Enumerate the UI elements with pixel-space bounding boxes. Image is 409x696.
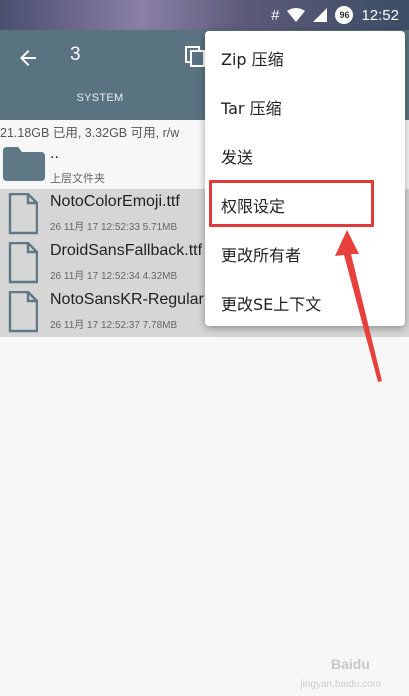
file-icon [8, 291, 38, 333]
file-name: DroidSansFallback.ttf [50, 242, 203, 259]
status-bar-right: # 96 12:52 [271, 4, 399, 26]
file-meta: 26 11月 17 12:52:34 4.32MB [50, 271, 178, 282]
annotation-highlight-box [209, 180, 374, 227]
clock: 12:52 [361, 6, 399, 24]
file-name: NotoSansKR-Regular [50, 291, 204, 308]
battery-icon: 96 [335, 6, 354, 24]
tab-system[interactable]: SYSTEM [60, 92, 140, 104]
status-bar: # 96 12:52 [0, 0, 409, 30]
storage-info: 21.18GB 已用, 3.32GB 可用, r/w [0, 126, 180, 140]
annotation-arrow [335, 230, 382, 382]
parent-folder-name: .. [50, 145, 59, 162]
hash-icon: # [271, 6, 280, 24]
signal-icon [313, 8, 328, 22]
watermark-url: jingyan.baidu.com [300, 679, 381, 690]
wifi-icon [287, 8, 306, 22]
file-meta: 26 11月 17 12:52:33 5.71MB [50, 222, 178, 233]
parent-folder-label: 上层文件夹 [50, 173, 105, 185]
file-meta: 26 11月 17 12:52:37 7.78MB [50, 320, 178, 331]
file-icon [8, 242, 38, 284]
back-arrow-icon[interactable] [16, 46, 40, 70]
menu-item-zip[interactable]: Zip 压缩 [205, 33, 405, 82]
file-name: NotoColorEmoji.ttf [50, 193, 180, 210]
baidu-logo: Baidu [331, 656, 370, 672]
copy-icon[interactable] [184, 45, 206, 67]
menu-item-tar[interactable]: Tar 压缩 [205, 82, 405, 131]
file-icon [8, 193, 38, 235]
folder-icon [3, 147, 45, 181]
menu-item-send[interactable]: 发送 [205, 131, 405, 180]
selection-count: 3 [70, 44, 81, 65]
